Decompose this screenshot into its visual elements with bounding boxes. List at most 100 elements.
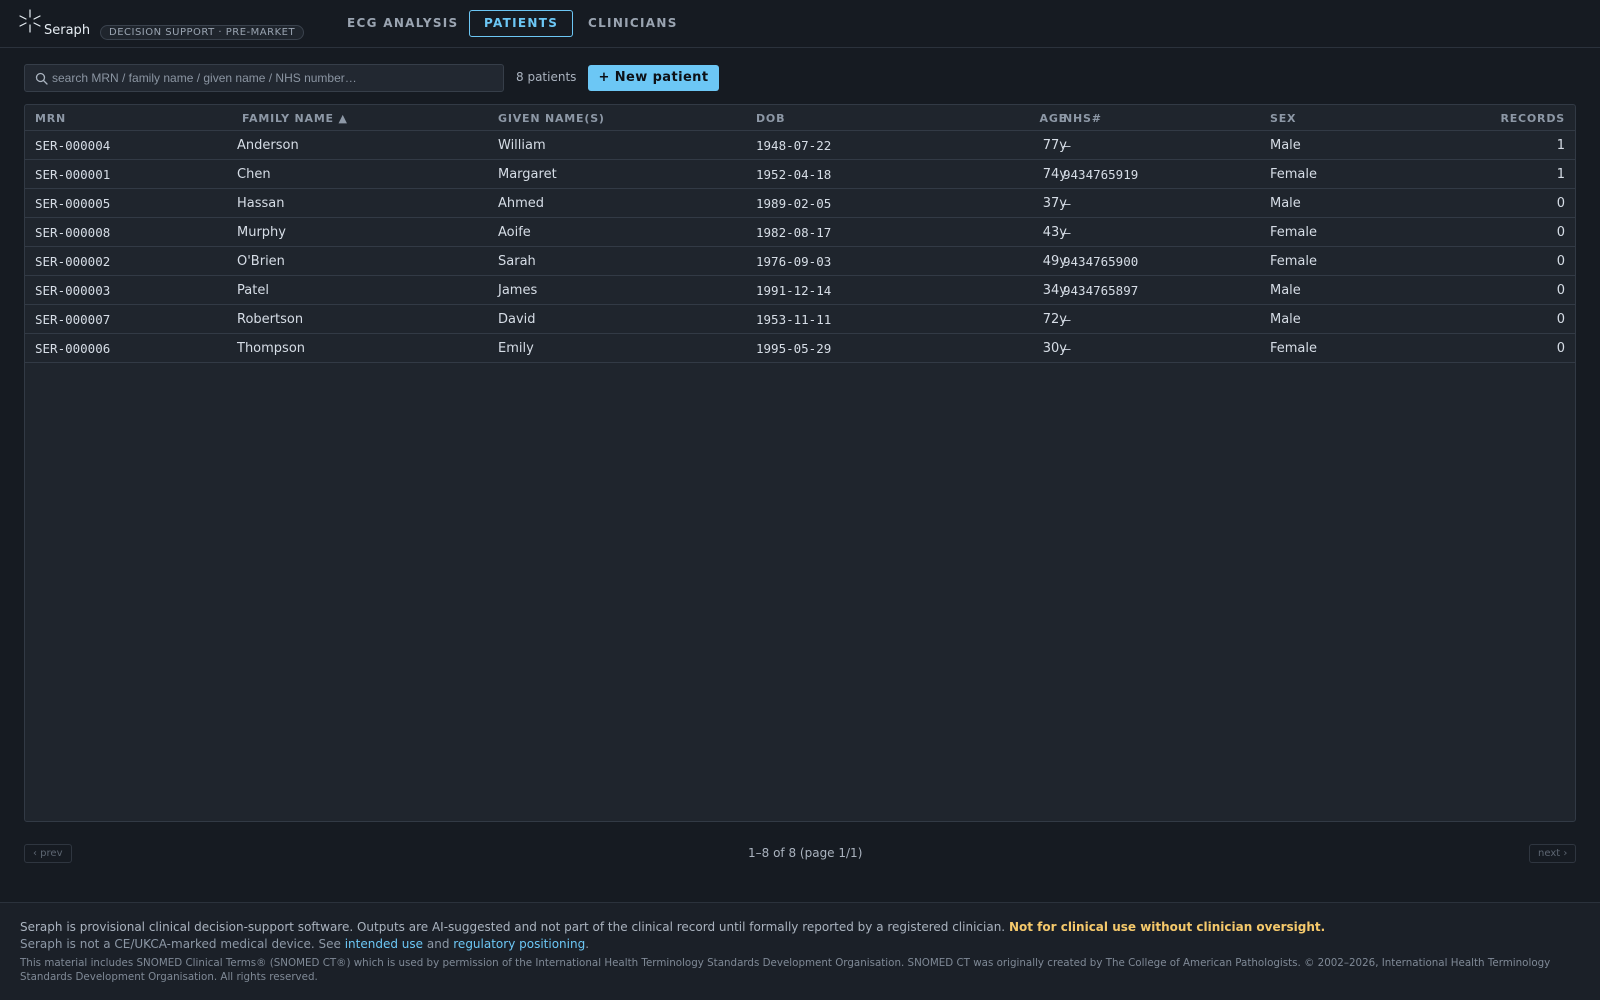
cell-nhs-number: – xyxy=(1063,138,1071,153)
cell-sex: Female xyxy=(1270,167,1318,182)
search-box[interactable] xyxy=(24,64,504,92)
prev-page-button[interactable]: ‹ prev xyxy=(24,844,72,863)
top-bar: Seraph DECISION SUPPORT · PRE-MARKET ECG… xyxy=(0,0,1600,48)
cell-family-name: Thompson xyxy=(237,341,306,356)
disclaimer-footer: Seraph is provisional clinical decision-… xyxy=(0,902,1600,1000)
column-header-given-names[interactable]: GIVEN NAME(S) xyxy=(498,112,605,125)
tab-clinicians[interactable]: CLINICIANS xyxy=(573,10,693,37)
cell-given-names: William xyxy=(498,138,546,153)
cell-sex: Male xyxy=(1270,138,1301,153)
cell-dob: 1995-05-29 xyxy=(756,341,832,356)
cell-sex: Female xyxy=(1270,225,1318,240)
cell-dob: 1948-07-22 xyxy=(756,138,832,153)
tab-ecg-analysis[interactable]: ECG ANALYSIS xyxy=(332,10,473,37)
cell-age: 49y xyxy=(1042,254,1067,269)
cell-records: 0 xyxy=(1556,341,1565,356)
cell-mrn: SER-000002 xyxy=(35,254,111,269)
cell-nhs-number: – xyxy=(1063,196,1071,211)
table-row[interactable]: SER-000007 Robertson David 1953-11-11 72y – Ma… xyxy=(25,305,1575,334)
cell-dob: 1953-11-11 xyxy=(756,312,832,327)
regulatory-and: and xyxy=(426,937,450,951)
cell-mrn: SER-000001 xyxy=(35,167,111,182)
cell-sex: Male xyxy=(1270,283,1301,298)
cell-records: 0 xyxy=(1556,225,1565,240)
column-header-sex[interactable]: SEX xyxy=(1270,112,1296,125)
cell-age: 34y xyxy=(1042,283,1067,298)
cell-nhs-number: – xyxy=(1063,225,1071,240)
column-header-records[interactable]: RECORDS xyxy=(1425,112,1565,125)
cell-mrn: SER-000004 xyxy=(35,138,111,153)
cell-family-name: Hassan xyxy=(237,196,285,211)
disclaimer-text: Seraph is provisional clinical decision-… xyxy=(20,920,1006,934)
patients-table: MRN FAMILY NAME ▲ GIVEN NAME(S) DOB AGE … xyxy=(24,104,1576,822)
cell-given-names: Emily xyxy=(498,341,534,356)
pre-market-badge: DECISION SUPPORT · PRE-MARKET xyxy=(100,25,305,40)
cell-age: 37y xyxy=(1042,196,1067,211)
cell-records: 1 xyxy=(1556,138,1565,153)
column-header-mrn[interactable]: MRN xyxy=(35,112,66,125)
new-patient-button[interactable]: + New patient xyxy=(588,65,719,91)
pagination-status: 1–8 of 8 (page 1/1) xyxy=(748,846,863,860)
cell-sex: Female xyxy=(1270,254,1318,269)
column-header-age[interactable]: AGE xyxy=(937,112,1067,125)
cell-family-name: Anderson xyxy=(237,138,299,153)
column-header-dob[interactable]: DOB xyxy=(756,112,785,125)
cell-records: 0 xyxy=(1556,254,1565,269)
cell-mrn: SER-000007 xyxy=(35,312,111,327)
table-row[interactable]: SER-000003 Patel James 1991-12-14 34y 9434765… xyxy=(25,276,1575,305)
cell-dob: 1989-02-05 xyxy=(756,196,832,211)
cell-nhs-number: 9434765919 xyxy=(1063,167,1139,182)
table-header: MRN FAMILY NAME ▲ GIVEN NAME(S) DOB AGE … xyxy=(25,105,1575,131)
cell-given-names: Sarah xyxy=(498,254,536,269)
cell-dob: 1952-04-18 xyxy=(756,167,832,182)
cell-nhs-number: – xyxy=(1063,341,1071,356)
table-row[interactable]: SER-000002 O'Brien Sarah 1976-09-03 49y 94347… xyxy=(25,247,1575,276)
cell-records: 1 xyxy=(1556,167,1565,182)
cell-family-name: O'Brien xyxy=(237,254,285,269)
column-header-family-name[interactable]: FAMILY NAME ▲ xyxy=(242,112,348,125)
cell-dob: 1976-09-03 xyxy=(756,254,832,269)
oversight-warning: Not for clinical use without clinician o… xyxy=(1008,920,1326,934)
cell-records: 0 xyxy=(1556,196,1565,211)
search-input[interactable] xyxy=(52,65,492,91)
regulatory-positioning-link[interactable]: regulatory positioning xyxy=(453,937,585,951)
cell-age: 43y xyxy=(1042,225,1067,240)
cell-dob: 1991-12-14 xyxy=(756,283,832,298)
next-page-button[interactable]: next › xyxy=(1529,844,1577,863)
seraph-logo-icon[interactable] xyxy=(18,9,42,33)
tab-patients[interactable]: PATIENTS xyxy=(469,10,574,37)
cell-family-name: Patel xyxy=(237,283,269,298)
regulatory-period: . xyxy=(585,937,590,951)
table-row[interactable]: SER-000008 Murphy Aoife 1982-08-17 43y – Femal… xyxy=(25,218,1575,247)
cell-sex: Female xyxy=(1270,341,1318,356)
table-row[interactable]: SER-000004 Anderson William 1948-07-22 77y – M… xyxy=(25,131,1575,160)
cell-given-names: James xyxy=(498,283,538,298)
table-row[interactable]: SER-000006 Thompson Emily 1995-05-29 30y – Fem… xyxy=(25,334,1575,363)
snomed-notice: This material includes SNOMED Clinical T… xyxy=(20,957,1551,983)
cell-nhs-number: 9434765897 xyxy=(1063,283,1139,298)
cell-given-names: Margaret xyxy=(498,167,557,182)
cell-mrn: SER-000005 xyxy=(35,196,111,211)
intended-use-link[interactable]: intended use xyxy=(345,937,423,951)
table-row[interactable]: SER-000001 Chen Margaret 1952-04-18 74y 94347… xyxy=(25,160,1575,189)
cell-mrn: SER-000008 xyxy=(35,225,111,240)
regulatory-text: Seraph is not a CE/UKCA-marked medical d… xyxy=(20,937,341,951)
patient-count: 8 patients xyxy=(516,70,577,84)
cell-family-name: Robertson xyxy=(237,312,304,327)
cell-sex: Male xyxy=(1270,196,1301,211)
cell-age: 74y xyxy=(1042,167,1067,182)
cell-nhs-number: 9434765900 xyxy=(1063,254,1139,269)
cell-family-name: Chen xyxy=(237,167,271,182)
cell-age: 30y xyxy=(1042,341,1067,356)
column-header-nhs[interactable]: NHS# xyxy=(1063,112,1102,125)
table-row[interactable]: SER-000005 Hassan Ahmed 1989-02-05 37y – Male 0 xyxy=(25,189,1575,218)
cell-mrn: SER-000003 xyxy=(35,283,111,298)
regulatory-line: Seraph is not a CE/UKCA-marked medical d… xyxy=(20,937,589,951)
cell-given-names: David xyxy=(498,312,536,327)
cell-mrn: SER-000006 xyxy=(35,341,111,356)
brand-name: Seraph xyxy=(44,23,91,38)
cell-records: 0 xyxy=(1556,283,1565,298)
cell-given-names: Ahmed xyxy=(498,196,545,211)
cell-dob: 1982-08-17 xyxy=(756,225,832,240)
disclaimer-line: Seraph is provisional clinical decision-… xyxy=(20,920,1325,934)
